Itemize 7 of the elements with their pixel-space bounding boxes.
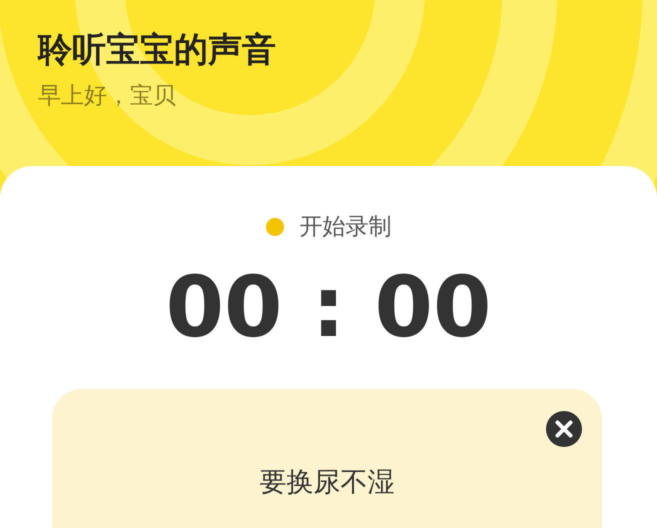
timer-text: 00 : 00 [166, 264, 492, 348]
status-label: 开始录制 [300, 213, 392, 242]
greeting-text: 早上好，宝贝 [38, 82, 177, 110]
close-icon[interactable] [546, 410, 582, 446]
status-dot [266, 218, 284, 236]
page-title: 聆听宝宝的声音 [38, 30, 277, 71]
prompt-text: 要换尿不湿 [260, 466, 394, 500]
